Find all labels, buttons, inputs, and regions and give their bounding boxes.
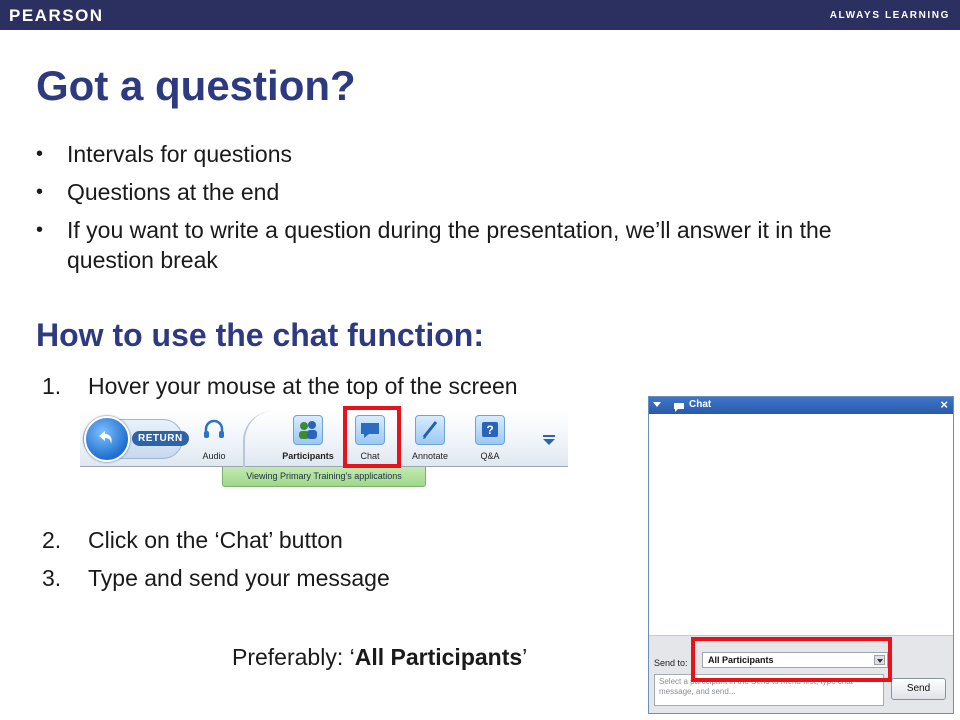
bullet-item: • Intervals for questions [36,139,896,169]
question-icon: ? [475,415,505,445]
send-button[interactable]: Send [891,678,946,700]
bullet-list: • Intervals for questions • Questions at t… [36,139,896,275]
annotate-label: Annotate [411,451,449,461]
audio-label: Audio [202,451,226,461]
svg-text:?: ? [486,423,493,437]
bullet-item: • Questions at the end [36,177,896,207]
brand-tagline: ALWAYS LEARNING [829,10,950,21]
qa-label: Q&A [480,451,500,461]
section-heading: How to use the chat function: [36,317,484,353]
participants-button[interactable]: Participants [280,415,336,463]
preferably-emphasis: All Participants [354,644,523,670]
step-text: Click on the ‘Chat’ button [88,527,343,553]
header-bar: PEARSON ALWAYS LEARNING [0,0,960,30]
participants-label: Participants [282,451,334,461]
qa-button[interactable]: ? Q&A [462,415,518,463]
bullet-dot-icon: • [36,181,44,203]
toolbar-divider [243,411,273,467]
step-item: 3. Type and send your message [42,563,390,593]
preferably-suffix: ’ [522,644,528,670]
chat-button-highlight [343,406,401,468]
webinar-toolbar: RETURN Audio Participants Chat Annotate … [80,411,568,467]
send-to-highlight [691,637,892,682]
bullet-dot-icon: • [36,143,44,165]
toolbar-menu-button[interactable] [542,433,556,451]
collapse-arrow-icon[interactable] [653,402,661,407]
participants-icon [293,415,323,445]
annotate-button[interactable]: Annotate [402,415,458,463]
step-item: 2. Click on the ‘Chat’ button [42,525,343,555]
send-to-label: Send to: [654,658,688,668]
viewing-status-bar: Viewing Primary Training's applications [222,467,426,487]
bullet-text: Intervals for questions [67,141,293,167]
pen-icon [415,415,445,445]
audio-button[interactable]: Audio [186,415,242,463]
close-icon[interactable]: × [940,397,948,412]
return-label: RETURN [132,431,189,446]
step-text: Hover your mouse at the top of the scree… [88,373,518,399]
bullet-dot-icon: • [36,219,44,241]
bullet-text: If you want to write a question during t… [67,217,832,273]
bullet-text: Questions at the end [67,179,280,205]
step-item: 1. Hover your mouse at the top of the scr… [42,371,518,401]
chat-panel-title: Chat [689,399,712,410]
step-number: 3. [42,565,62,591]
bullet-item: • If you want to write a question during … [36,215,896,275]
return-button[interactable]: RETURN [83,416,189,462]
headset-icon [199,415,229,445]
brand-logo: PEARSON [9,6,104,25]
chat-panel-header: Chat × [649,397,953,414]
preferably-note: Preferably: ‘All Participants’ [232,644,527,671]
step-text: Type and send your message [88,565,390,591]
chat-bubble-icon [673,400,685,418]
preferably-prefix: Preferably: ‘ [232,644,355,670]
return-arrow-icon [84,416,130,462]
step-number: 1. [42,373,62,399]
slide-title: Got a question? [36,62,356,109]
step-number: 2. [42,527,62,553]
